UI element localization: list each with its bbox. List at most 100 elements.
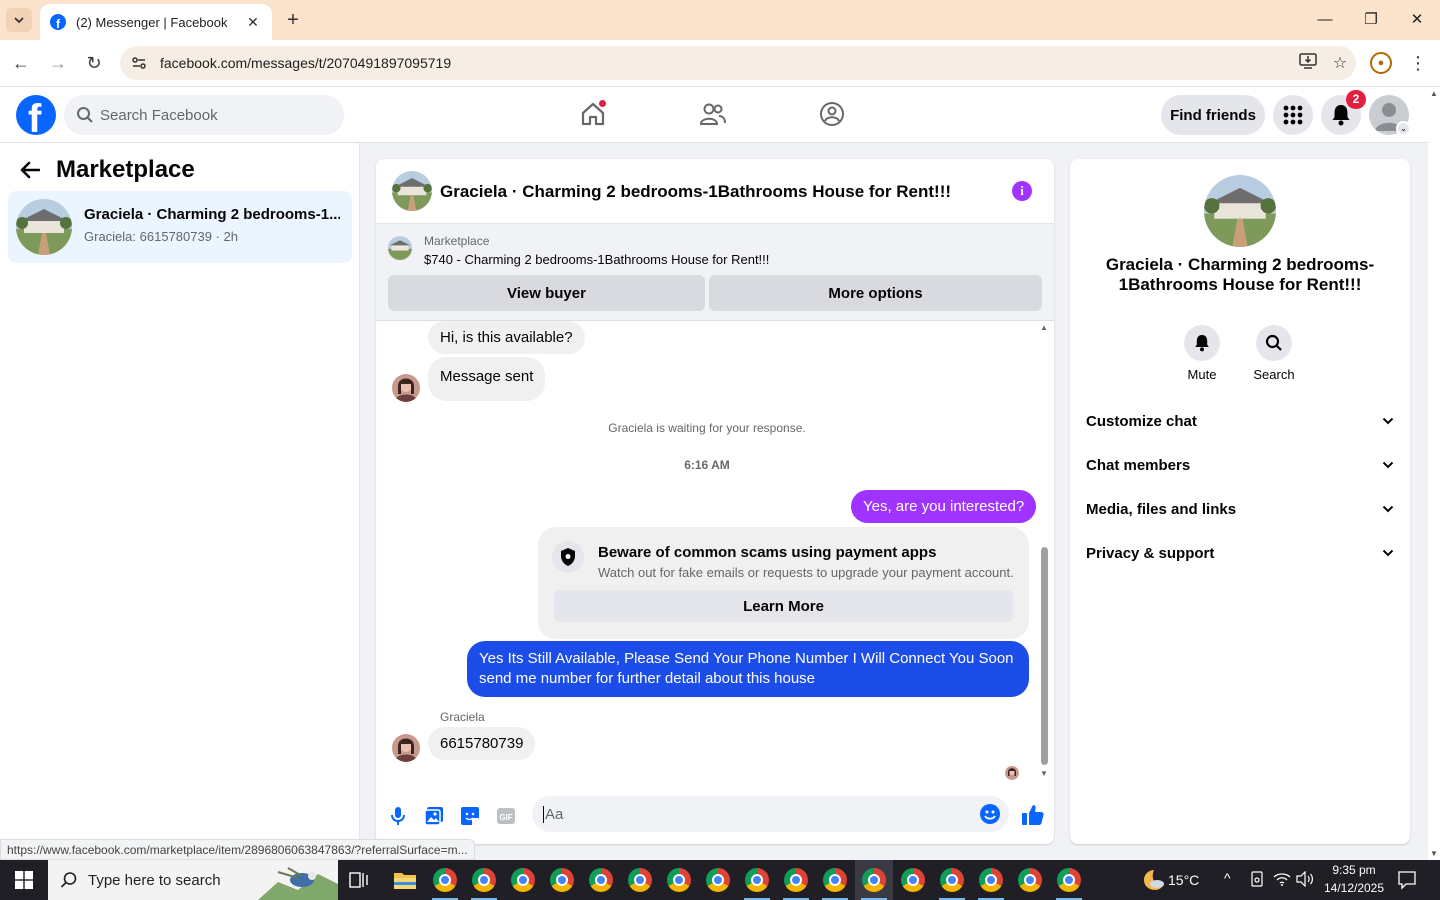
taskbar-chrome-15[interactable] [972, 860, 1010, 900]
chrome-icon [745, 868, 769, 892]
weather-widget[interactable] [1134, 860, 1172, 900]
back-icon[interactable]: ← [10, 52, 32, 74]
chat-scrollbar[interactable]: ▲ ▼ [1038, 321, 1050, 783]
taskbar-chrome-12[interactable] [855, 860, 893, 900]
taskbar-chrome-4[interactable] [543, 860, 581, 900]
taskbar-chrome-1[interactable] [426, 860, 464, 900]
weather-temp[interactable]: 15°C [1168, 872, 1199, 888]
taskbar-search[interactable]: Type here to search [48, 860, 338, 900]
taskbar-chrome-7[interactable] [660, 860, 698, 900]
listing-title[interactable]: $740 - Charming 2 bedrooms-1Bathrooms Ho… [424, 252, 769, 267]
address-bar[interactable]: facebook.com/messages/t/2070491897095719… [120, 46, 1356, 80]
account-chevron-icon[interactable]: ⌄ [1396, 121, 1411, 136]
chevron-down-icon [1382, 505, 1394, 513]
taskbar-chrome-5[interactable] [582, 860, 620, 900]
reload-icon[interactable]: ↻ [83, 52, 105, 74]
bell-icon [1184, 325, 1220, 361]
facebook-logo[interactable]: f [16, 95, 56, 135]
sticker-icon[interactable] [459, 805, 481, 827]
message-bubble-outgoing: Yes Its Still Available, Please Send You… [467, 641, 1029, 697]
chat-members-row[interactable]: Chat members [1086, 445, 1394, 485]
restore-button[interactable]: ❐ [1348, 8, 1394, 32]
learn-more-button[interactable]: Learn More [554, 590, 1013, 622]
chevron-up-icon[interactable]: ^ [1224, 870, 1231, 886]
home-nav-button[interactable] [578, 99, 608, 129]
chrome-icon [472, 868, 496, 892]
emoji-icon[interactable] [980, 804, 1000, 824]
taskbar-chrome-11[interactable] [816, 860, 854, 900]
chrome-icon [511, 868, 535, 892]
message-bubble-incoming: Message sent [428, 357, 546, 401]
taskbar-chrome-8[interactable] [699, 860, 737, 900]
browser-tab-messenger[interactable]: f (2) Messenger | Facebook ✕ [40, 4, 272, 40]
chrome-icon [940, 868, 964, 892]
message-input-box[interactable] [532, 796, 1009, 832]
taskbar-chrome-2[interactable] [465, 860, 503, 900]
taskbar-chrome-6[interactable] [621, 860, 659, 900]
tab-search-button[interactable] [6, 8, 32, 32]
taskbar-chrome-16[interactable] [1011, 860, 1049, 900]
chat-title[interactable]: Graciela · Charming 2 bedrooms-1Bathroom… [440, 182, 951, 202]
read-receipt-avatar [1005, 766, 1019, 780]
task-view-button[interactable] [340, 860, 378, 900]
taskbar-chrome-13[interactable] [894, 860, 932, 900]
facebook-search[interactable] [64, 95, 344, 135]
taskbar-chrome-9[interactable] [738, 860, 776, 900]
browser-menu-icon[interactable]: ⋮ [1408, 50, 1428, 76]
groups-nav-button[interactable] [817, 99, 847, 129]
browser-tab-bar: f (2) Messenger | Facebook ✕ + — ❐ ✕ [0, 0, 1440, 40]
url-text[interactable]: facebook.com/messages/t/2070491897095719 [160, 55, 1292, 71]
info-icon[interactable]: i [1012, 181, 1032, 201]
friends-nav-button[interactable] [698, 99, 728, 129]
install-app-icon[interactable] [1292, 52, 1324, 74]
thumbs-up-icon[interactable] [1020, 802, 1046, 828]
message-input[interactable] [543, 805, 963, 823]
media-files-links-row[interactable]: Media, files and links [1086, 489, 1394, 529]
chat-header-thumbnail[interactable] [392, 171, 432, 211]
chrome-icon [628, 868, 652, 892]
grid-menu-icon [1283, 105, 1303, 125]
new-tab-button[interactable]: + [282, 9, 304, 31]
sender-avatar[interactable] [392, 374, 420, 402]
start-button[interactable] [0, 860, 48, 900]
taskbar-chrome-17[interactable] [1050, 860, 1088, 900]
forward-icon[interactable]: → [47, 52, 69, 74]
find-friends-button[interactable]: Find friends [1161, 95, 1265, 135]
minimize-button[interactable]: — [1302, 8, 1348, 32]
sender-avatar[interactable] [392, 734, 420, 762]
volume-icon[interactable] [1296, 870, 1314, 890]
listing-banner: Marketplace $740 - Charming 2 bedrooms-1… [376, 224, 1054, 321]
file-explorer-button[interactable] [386, 860, 424, 900]
view-buyer-button[interactable]: View buyer [388, 275, 705, 311]
status-bar-url: https://www.facebook.com/marketplace/ite… [0, 839, 475, 860]
privacy-support-row[interactable]: Privacy & support [1086, 533, 1394, 573]
info-avatar[interactable] [1204, 175, 1276, 247]
browser-profile-icon[interactable]: ● [1370, 52, 1392, 74]
facebook-search-input[interactable] [100, 106, 330, 124]
page-scrollbar[interactable]: ▲ ▼ [1428, 87, 1440, 860]
gif-icon[interactable]: GIF [495, 805, 517, 827]
site-info-icon[interactable] [124, 50, 154, 76]
close-window-button[interactable]: ✕ [1394, 8, 1440, 32]
chat-scrollbar-thumb[interactable] [1041, 547, 1048, 765]
mute-button[interactable]: Mute [1172, 325, 1232, 382]
row-label: Privacy & support [1086, 544, 1215, 562]
microphone-icon[interactable] [387, 805, 409, 827]
clock-date[interactable]: 14/12/2025 [1318, 881, 1390, 895]
taskbar-chrome-3[interactable] [504, 860, 542, 900]
more-options-button[interactable]: More options [709, 275, 1042, 311]
menu-grid-button[interactable] [1273, 95, 1313, 135]
close-tab-icon[interactable]: ✕ [244, 14, 262, 31]
bookmark-star-icon[interactable]: ☆ [1324, 53, 1356, 73]
taskbar-chrome-10[interactable] [777, 860, 815, 900]
conversation-item[interactable]: Graciela · Charming 2 bedrooms-1... Grac… [8, 191, 352, 263]
clock-time[interactable]: 9:35 pm [1318, 863, 1390, 877]
search-conversation-button[interactable]: Search [1244, 325, 1304, 382]
notification-center-icon[interactable] [1397, 870, 1417, 893]
network-icon[interactable] [1273, 871, 1291, 890]
meet-now-icon[interactable] [1249, 871, 1265, 890]
back-arrow-icon[interactable] [20, 159, 41, 185]
taskbar-chrome-14[interactable] [933, 860, 971, 900]
customize-chat-row[interactable]: Customize chat [1086, 401, 1394, 441]
photo-icon[interactable] [423, 805, 445, 827]
